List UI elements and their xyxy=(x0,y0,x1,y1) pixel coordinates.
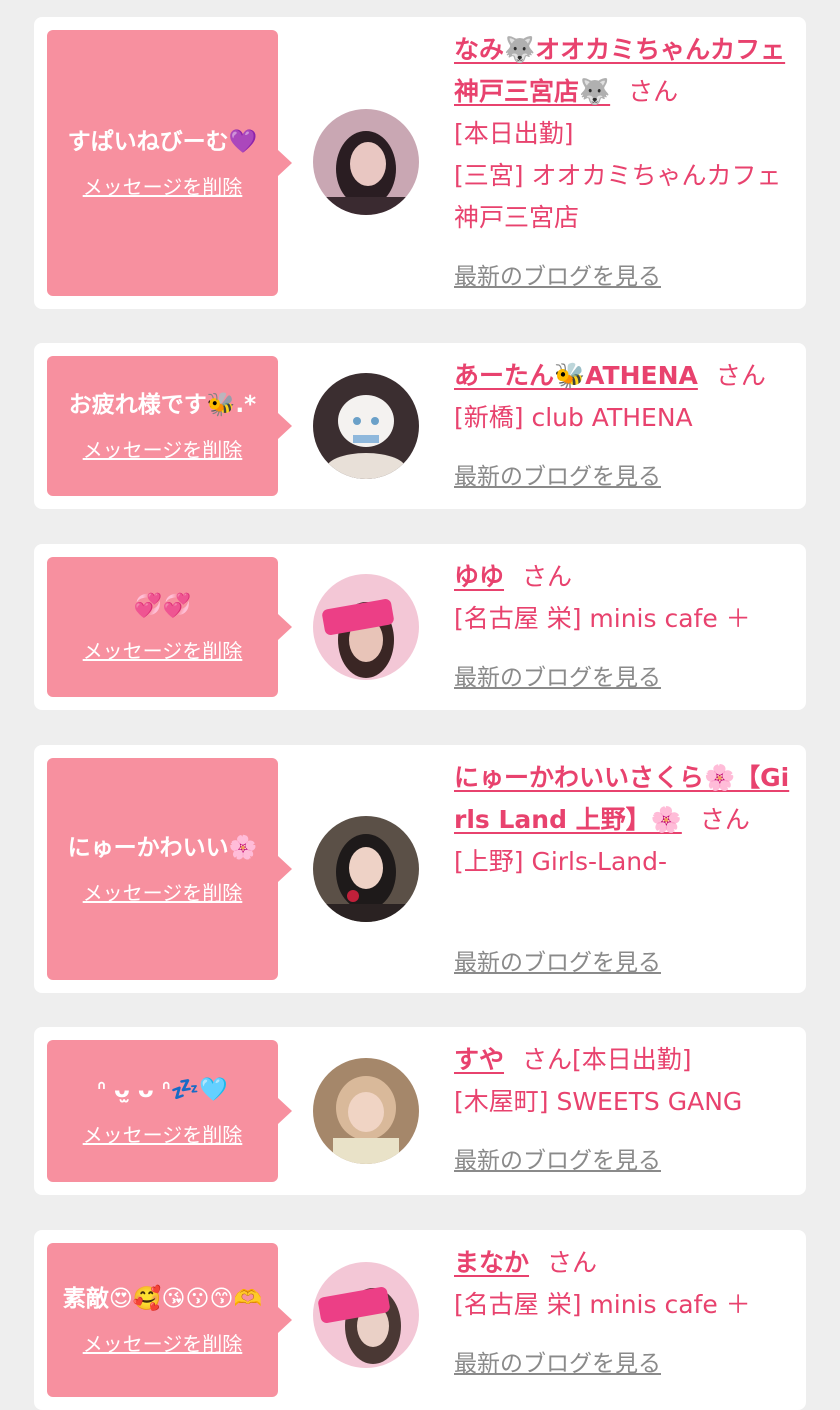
avatar[interactable] xyxy=(313,816,419,922)
san-suffix: さん xyxy=(715,361,766,390)
avatar[interactable] xyxy=(313,109,419,215)
profile-info: すや さん[本日出勤] [木屋町] SWEETS GANG 最新のブログを見る xyxy=(454,1039,796,1174)
profile-name-link[interactable]: ゆゆ xyxy=(454,562,504,591)
latest-blog-link[interactable]: 最新のブログを見る xyxy=(454,456,661,498)
san-suffix: さん xyxy=(699,805,750,834)
avatar[interactable] xyxy=(313,373,419,479)
latest-blog-link[interactable]: 最新のブログを見る xyxy=(454,1343,661,1385)
message-text: 素敵😍🥰😘😗😙🫶 xyxy=(62,1285,263,1312)
san-suffix: さん xyxy=(628,77,679,106)
message-text: にゅーかわいい🌸 xyxy=(67,834,258,861)
delete-message-link[interactable]: メッセージを削除 xyxy=(83,1328,243,1357)
message-text: すぱいねびーむ💜 xyxy=(67,128,258,155)
latest-blog-link[interactable]: 最新のブログを見る xyxy=(454,657,661,699)
shop-line: [木屋町] SWEETS GANG xyxy=(454,1087,743,1116)
message-card: ᐢ ᴗ̫ ᴗ ᐢ💤🩵 メッセージを削除 すや さん[本日出勤] [木屋町] SWE… xyxy=(34,1027,806,1195)
profile-info: なみ🐺オオカミちゃんカフェ神戸三宮店🐺 さん [本日出勤] [三宮] オオカミちゃ… xyxy=(454,29,796,290)
latest-blog-link[interactable]: 最新のブログを見る xyxy=(454,1140,661,1182)
message-card: 💞💞 メッセージを削除 ゆゆ さん [名古屋 栄] minis cafe ＋ 最新… xyxy=(34,544,806,710)
profile-name-link[interactable]: まなか xyxy=(454,1248,529,1277)
message-bubble: 素敵😍🥰😘😗😙🫶 メッセージを削除 xyxy=(47,1243,292,1397)
profile-name-link[interactable]: すや xyxy=(454,1045,504,1074)
message-bubble: お疲れ様です🐝.* メッセージを削除 xyxy=(47,356,292,496)
message-card: すぱいねびーむ💜 メッセージを削除 なみ🐺オオカミちゃんカフェ神戸三宮店🐺 さん … xyxy=(34,17,806,309)
profile-info: まなか さん [名古屋 栄] minis cafe ＋ 最新のブログを見る xyxy=(454,1242,796,1377)
latest-blog-link[interactable]: 最新のブログを見る xyxy=(454,942,661,984)
message-bubble: にゅーかわいい🌸 メッセージを削除 xyxy=(47,758,292,980)
profile-info: ゆゆ さん [名古屋 栄] minis cafe ＋ 最新のブログを見る xyxy=(454,556,796,691)
message-bubble: ᐢ ᴗ̫ ᴗ ᐢ💤🩵 メッセージを削除 xyxy=(47,1040,292,1182)
latest-blog-link[interactable]: 最新のブログを見る xyxy=(454,256,661,298)
message-card: お疲れ様です🐝.* メッセージを削除 あーたん🐝ATHENA さん [新橋] cl… xyxy=(34,343,806,509)
profile-info: にゅーかわいいさくら🌸【Girls Land 上野】🌸 さん [上野] Girls… xyxy=(454,757,796,976)
delete-message-link[interactable]: メッセージを削除 xyxy=(83,171,243,200)
delete-message-link[interactable]: メッセージを削除 xyxy=(83,434,243,463)
san-suffix: さん xyxy=(522,1045,573,1074)
shop-line: [名古屋 栄] minis cafe ＋ xyxy=(454,604,751,633)
message-text: 💞💞 xyxy=(133,592,192,619)
avatar[interactable] xyxy=(313,1058,419,1164)
message-bubble: 💞💞 メッセージを削除 xyxy=(47,557,292,697)
profile-name-link[interactable]: あーたん🐝ATHENA xyxy=(454,361,698,390)
delete-message-link[interactable]: メッセージを削除 xyxy=(83,877,243,906)
avatar[interactable] xyxy=(313,1262,419,1368)
message-card: 素敵😍🥰😘😗😙🫶 メッセージを削除 まなか さん [名古屋 栄] minis ca… xyxy=(34,1230,806,1410)
profile-info: あーたん🐝ATHENA さん [新橋] club ATHENA 最新のブログを見る xyxy=(454,355,796,490)
status-line: [本日出勤] xyxy=(454,119,574,148)
delete-message-link[interactable]: メッセージを削除 xyxy=(83,1119,243,1148)
shop-line: [新橋] club ATHENA xyxy=(454,403,693,432)
message-card: にゅーかわいい🌸 メッセージを削除 にゅーかわいいさくら🌸【Girls Land… xyxy=(34,745,806,993)
shop-line: [上野] Girls-Land- xyxy=(454,847,668,876)
san-suffix: さん xyxy=(547,1248,598,1277)
profile-name-link[interactable]: なみ🐺オオカミちゃんカフェ神戸三宮店🐺 xyxy=(454,35,785,106)
delete-message-link[interactable]: メッセージを削除 xyxy=(83,635,243,664)
avatar[interactable] xyxy=(313,574,419,680)
status-inline: [本日出勤] xyxy=(572,1045,692,1074)
message-text: ᐢ ᴗ̫ ᴗ ᐢ💤🩵 xyxy=(96,1076,229,1103)
message-text: お疲れ様です🐝.* xyxy=(68,391,257,418)
shop-line: [三宮] オオカミちゃんカフェ神戸三宮店 xyxy=(454,161,782,232)
shop-line: [名古屋 栄] minis cafe ＋ xyxy=(454,1290,751,1319)
san-suffix: さん xyxy=(522,562,573,591)
message-bubble: すぱいねびーむ💜 メッセージを削除 xyxy=(47,30,292,296)
